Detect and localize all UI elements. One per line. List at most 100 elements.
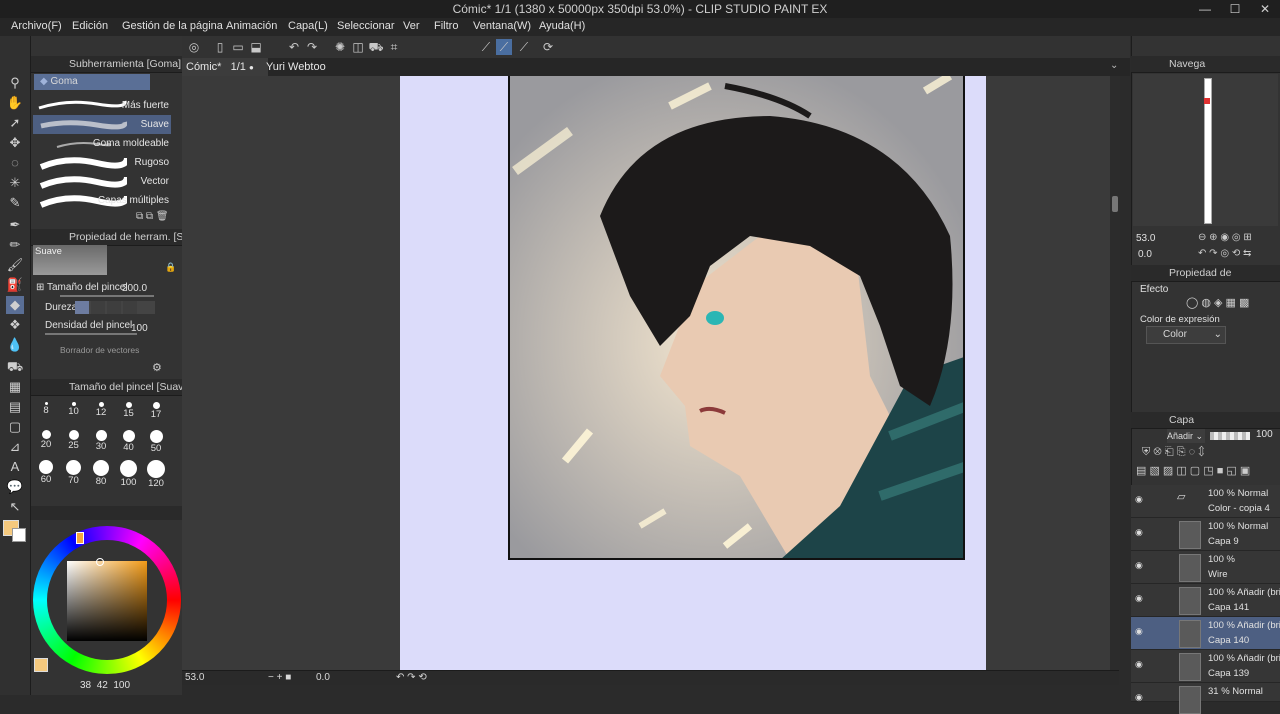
visibility-eye-icon[interactable]: ◉: [1135, 692, 1145, 702]
brush-size-preset[interactable]: 30: [89, 430, 113, 452]
minimize-button[interactable]: —: [1190, 0, 1220, 18]
settings-icon[interactable]: ⚙: [152, 361, 162, 374]
subtool-item-vector[interactable]: Vector: [33, 172, 171, 191]
color-picker-handle[interactable]: [96, 558, 104, 566]
layer-row[interactable]: ◉ 100 % Añadir (brill Capa 140: [1131, 617, 1280, 650]
subtool-item-capas-multiples[interactable]: Capas múltiples: [33, 191, 171, 210]
transform-icon[interactable]: ⌗: [386, 39, 402, 55]
brush-size-preset[interactable]: 60: [34, 460, 58, 485]
brush-size-preset[interactable]: 20: [34, 430, 58, 450]
layer-row[interactable]: ◉ 100 % Añadir (brill Capa 141: [1131, 584, 1280, 617]
close-window-button[interactable]: ✕: [1250, 0, 1280, 18]
gradient-tool-icon[interactable]: ▦: [6, 378, 24, 396]
subtool-item-mas-fuerte[interactable]: Más fuerte: [33, 96, 171, 115]
pen-tool-icon[interactable]: ✒: [6, 216, 24, 234]
brush-size-preset[interactable]: 8: [34, 400, 58, 416]
airbrush-tool-icon[interactable]: ⛽: [6, 276, 24, 294]
main-color-small[interactable]: [34, 658, 48, 672]
blend-tool-icon[interactable]: 💧: [6, 336, 24, 354]
snap-special-ruler-icon[interactable]: ⟋: [496, 39, 512, 55]
canvas-vertical-scrollbar[interactable]: [1110, 76, 1120, 670]
eyedropper-icon[interactable]: ✎: [6, 194, 24, 212]
tabs-dropdown-icon[interactable]: ⌄: [1110, 60, 1118, 71]
zoom-tool-icon[interactable]: ⚲: [6, 74, 24, 92]
fill-icon[interactable]: ⛟: [368, 39, 384, 55]
brush-size-preset[interactable]: 40: [117, 430, 141, 453]
clear-outside-icon[interactable]: ◫: [350, 39, 366, 55]
zoom-controls[interactable]: − + ■: [268, 672, 291, 683]
undo-icon[interactable]: ↶: [286, 39, 302, 55]
correct-line-tool-icon[interactable]: ↖: [6, 498, 24, 516]
navigator-zoom-controls[interactable]: ⊖ ⊕ ◉ ◎ ⊞: [1198, 232, 1252, 243]
maximize-button[interactable]: ☐: [1220, 0, 1250, 18]
brush-size-preset[interactable]: 10: [62, 400, 86, 417]
snap-grid-icon[interactable]: ⟋: [516, 39, 532, 55]
layer-row[interactable]: ◉ 31 % Normal: [1131, 683, 1280, 714]
menu-edicion[interactable]: Edición: [72, 20, 108, 32]
density-slider[interactable]: [45, 333, 137, 335]
menu-archivo[interactable]: Archivo(F): [11, 20, 62, 32]
lock-icon[interactable]: 🔒: [165, 262, 176, 273]
layer-row[interactable]: ◉ 100 % Normal Capa 9: [1131, 518, 1280, 551]
brush-size-preset[interactable]: 25: [62, 430, 86, 451]
visibility-eye-icon[interactable]: ◉: [1135, 527, 1145, 537]
rotate-canvas-icon[interactable]: ⟳: [540, 39, 556, 55]
menu-seleccionar[interactable]: Seleccionar: [337, 20, 394, 32]
frame-tool-icon[interactable]: ▤: [6, 398, 24, 416]
subtool-item-suave[interactable]: Suave: [33, 115, 171, 134]
subtool-item-rugoso[interactable]: Rugoso: [33, 153, 171, 172]
opacity-slider[interactable]: [1210, 432, 1250, 440]
brush-size-slider[interactable]: [60, 295, 154, 297]
subtool-panel-actions[interactable]: ⧉ ⧉ 🗑: [136, 211, 169, 222]
menu-ayuda[interactable]: Ayuda(H): [539, 20, 585, 32]
redo-icon[interactable]: ↷: [304, 39, 320, 55]
layer-toolbar-1[interactable]: ⛨ ⊗ ⎗ ⎘ ◌ ⇕: [1142, 446, 1205, 459]
lasso-tool-icon[interactable]: ◌: [6, 154, 24, 172]
brush-tool-icon[interactable]: 🖌: [6, 256, 24, 274]
clear-icon[interactable]: ✺: [332, 39, 348, 55]
menu-ventana[interactable]: Ventana(W): [473, 20, 531, 32]
clip-studio-icon[interactable]: ◎: [186, 39, 202, 55]
snap-ruler-icon[interactable]: ⟋: [478, 39, 494, 55]
opacity-value[interactable]: 100: [1256, 429, 1273, 440]
angle-value[interactable]: 0.0: [316, 672, 330, 683]
layer-row[interactable]: ◉ 100 % Añadir (brill Capa 139: [1131, 650, 1280, 683]
pencil-tool-icon[interactable]: ✏: [6, 236, 24, 254]
expression-color-select[interactable]: Color ⌄: [1146, 326, 1226, 344]
sub-color-swatch[interactable]: [12, 528, 26, 542]
tab-comic[interactable]: Cómic* 1/1 ●: [182, 58, 268, 76]
brush-size-value[interactable]: 200.0: [122, 283, 147, 294]
layer-toolbar-2[interactable]: ▤ ▧ ▨ ◫ ▢ ◳ ■ ◱ ▣: [1136, 464, 1250, 477]
visibility-eye-icon[interactable]: ◉: [1135, 626, 1145, 636]
visibility-eye-icon[interactable]: ◉: [1135, 659, 1145, 669]
decoration-tool-icon[interactable]: ❖: [6, 316, 24, 334]
ruler-tool-icon[interactable]: ⊿: [6, 438, 24, 456]
blend-mode-select[interactable]: Añadir ⌄: [1167, 429, 1205, 443]
open-file-icon[interactable]: ▭: [230, 39, 246, 55]
layer-row[interactable]: ◉ 100 % Wire: [1131, 551, 1280, 584]
subtool-group-goma[interactable]: ◆ Goma: [34, 74, 150, 90]
hue-handle[interactable]: [76, 532, 84, 544]
eraser-tool-icon[interactable]: ◆: [6, 296, 24, 314]
balloon-tool-icon[interactable]: 💬: [6, 478, 24, 496]
fill-tool-icon[interactable]: ⛟: [6, 358, 24, 376]
navigator-preview[interactable]: [1133, 74, 1278, 226]
brush-size-preset[interactable]: 17: [144, 400, 168, 420]
brush-size-preset[interactable]: 100: [117, 460, 141, 488]
tab-yuri-webtoon[interactable]: Yuri Webtoo ✕: [262, 58, 340, 91]
zoom-value[interactable]: 53.0: [185, 672, 204, 683]
text-tool-icon[interactable]: A: [6, 458, 24, 476]
menu-gestion-pagina[interactable]: Gestión de la página: [122, 20, 223, 32]
move-tool-icon[interactable]: ✥: [6, 134, 24, 152]
operation-tool-icon[interactable]: ➚: [6, 114, 24, 132]
hand-tool-icon[interactable]: ✋: [6, 94, 24, 112]
magic-wand-icon[interactable]: ✳: [6, 174, 24, 192]
rotate-controls[interactable]: ↶ ↷ ⟲: [396, 672, 427, 683]
brush-size-preset[interactable]: 80: [89, 460, 113, 487]
brush-size-preset[interactable]: 120: [144, 460, 168, 489]
brush-size-preset[interactable]: 70: [62, 460, 86, 486]
menu-animacion[interactable]: Animación: [226, 20, 277, 32]
subtool-item-goma-moldeable[interactable]: Goma moldeable: [33, 134, 171, 153]
effect-buttons[interactable]: ◯ ◍ ◈ ▦ ▩: [1186, 296, 1249, 309]
brush-size-preset[interactable]: 15: [117, 400, 141, 419]
